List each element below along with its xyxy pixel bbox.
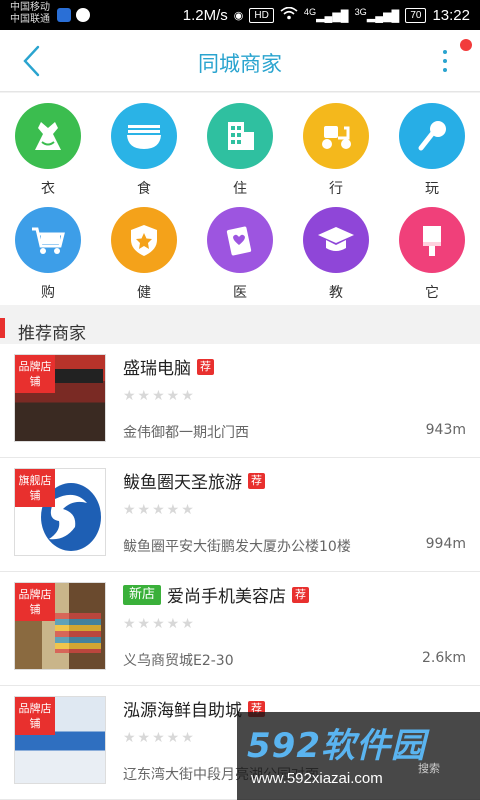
notification-dot (460, 39, 472, 51)
category-label: 衣 (41, 181, 55, 197)
wechat-icon (76, 8, 90, 22)
category-label: 购 (41, 285, 55, 301)
recommended-badge: 荐 (248, 472, 265, 489)
category-label: 医 (233, 285, 247, 301)
store-name-line: 鲅鱼圈天圣旅游 荐 (123, 468, 265, 493)
cart-icon (15, 207, 81, 273)
category-shopping[interactable]: 购 (0, 203, 96, 307)
section-title: 推荐商家 (18, 324, 86, 344)
carrier-2: 中国联通 (10, 14, 50, 25)
shield-star-icon (111, 207, 177, 273)
store-name: 爱尚手机美容店 (167, 587, 287, 607)
store-address: 义乌商贸城E2-30 (123, 653, 234, 669)
store-address: 鲅鱼圈平安大街鹏发大厦办公楼10楼 (123, 539, 351, 555)
store-thumbnail: 旗舰店铺 (14, 468, 106, 556)
dress-icon (15, 103, 81, 169)
status-bar: 中国移动 中国联通 1.2M/s ◉ HD 4G▂▄▆█ 3G▂▄▆█ 70 1… (0, 0, 480, 30)
scooter-icon (303, 103, 369, 169)
building-icon (207, 103, 273, 169)
watermark-url: www.592xiazai.com (251, 770, 383, 787)
store-distance: 994m (425, 536, 466, 552)
category-label: 食 (137, 181, 151, 197)
network-speed: 1.2M/s (182, 6, 228, 24)
store-distance: 2.6km (421, 650, 466, 666)
rating-stars: ★★★★★ (123, 502, 196, 518)
store-thumbnail: 品牌店铺 (14, 696, 106, 784)
store-row[interactable]: 旗舰店铺 鲅鱼圈天圣旅游 荐 ★★★★★ 鲅鱼圈平安大街鹏发大厦办公楼10楼 9… (0, 458, 480, 572)
rating-stars: ★★★★★ (123, 730, 196, 746)
category-label: 健 (137, 285, 151, 301)
recommended-badge: 荐 (197, 358, 214, 375)
hd-icon: HD (249, 7, 274, 23)
category-health[interactable]: 健 (96, 203, 192, 307)
category-clothing[interactable]: 衣 (0, 99, 96, 203)
page-title: 同城商家 (198, 52, 282, 76)
category-education[interactable]: 教 (288, 203, 384, 307)
store-row[interactable]: 品牌店铺 新店 爱尚手机美容店 荐 ★★★★★ 义乌商贸城E2-30 2.6km (0, 572, 480, 686)
heart-card-icon (207, 207, 273, 273)
store-ribbon: 品牌店铺 (15, 697, 55, 735)
store-thumbnail: 品牌店铺 (14, 354, 106, 442)
store-name-line: 盛瑞电脑 荐 (123, 354, 214, 379)
store-name-line: 新店 爱尚手机美容店 荐 (123, 582, 310, 607)
status-right: 1.2M/s ◉ HD 4G▂▄▆█ 3G▂▄▆█ 70 13:22 (183, 5, 470, 25)
category-label: 它 (425, 285, 439, 301)
store-address: 金伟御都一期北门西 (123, 425, 249, 441)
rating-stars: ★★★★★ (123, 616, 196, 632)
category-label: 行 (329, 181, 343, 197)
store-name: 鲅鱼圈天圣旅游 (123, 473, 242, 493)
location-icon: ◉ (233, 9, 244, 22)
watermark-search: 搜索 (418, 762, 440, 775)
microphone-icon (399, 103, 465, 169)
carrier-1: 中国移动 (10, 2, 50, 13)
category-label: 住 (233, 181, 247, 197)
app-notification-icon (57, 8, 71, 22)
shop-display (55, 613, 101, 653)
store-ribbon: 品牌店铺 (15, 583, 55, 621)
signal-3g-icon: 3G▂▄▆█ (354, 7, 400, 23)
recommended-badge: 荐 (292, 586, 310, 603)
bowl-icon (111, 103, 177, 169)
category-medical[interactable]: 医 (192, 203, 288, 307)
category-travel[interactable]: 行 (288, 99, 384, 203)
category-other[interactable]: 它 (384, 203, 480, 307)
brush-icon (399, 207, 465, 273)
store-ribbon: 旗舰店铺 (15, 469, 55, 507)
store-name: 盛瑞电脑 (123, 359, 191, 379)
category-entertainment[interactable]: 玩 (384, 99, 480, 203)
graduation-cap-icon (303, 207, 369, 273)
store-name: 泓源海鲜自助城 (123, 701, 242, 721)
watermark: 592软件园 搜索 www.592xiazai.com (237, 712, 480, 800)
store-row[interactable]: 品牌店铺 盛瑞电脑 荐 ★★★★★ 金伟御都一期北门西 943m (0, 344, 480, 458)
store-thumbnail: 品牌店铺 (14, 582, 106, 670)
carrier-names: 中国移动 中国联通 (10, 2, 50, 26)
clock: 13:22 (432, 6, 470, 24)
battery-icon: 70 (405, 7, 427, 23)
more-menu-button[interactable] (430, 44, 460, 78)
watermark-logo: 592软件园 (247, 726, 426, 766)
category-label: 玩 (425, 181, 439, 197)
title-bar: 同城商家 (0, 30, 480, 92)
store-distance: 943m (425, 422, 466, 438)
wifi-icon (280, 6, 298, 23)
store-ribbon: 品牌店铺 (15, 355, 55, 393)
new-store-badge: 新店 (123, 584, 162, 605)
category-grid: 衣 食 住 行 玩 购 健 医 教 它 (0, 93, 480, 305)
category-housing[interactable]: 住 (192, 99, 288, 203)
signal-4g-icon: 4G▂▄▆█ (303, 7, 349, 23)
category-food[interactable]: 食 (96, 99, 192, 203)
recommended-section-header: 推荐商家 (0, 316, 480, 344)
rating-stars: ★★★★★ (123, 388, 196, 404)
category-label: 教 (329, 285, 343, 301)
section-marker (0, 318, 5, 338)
